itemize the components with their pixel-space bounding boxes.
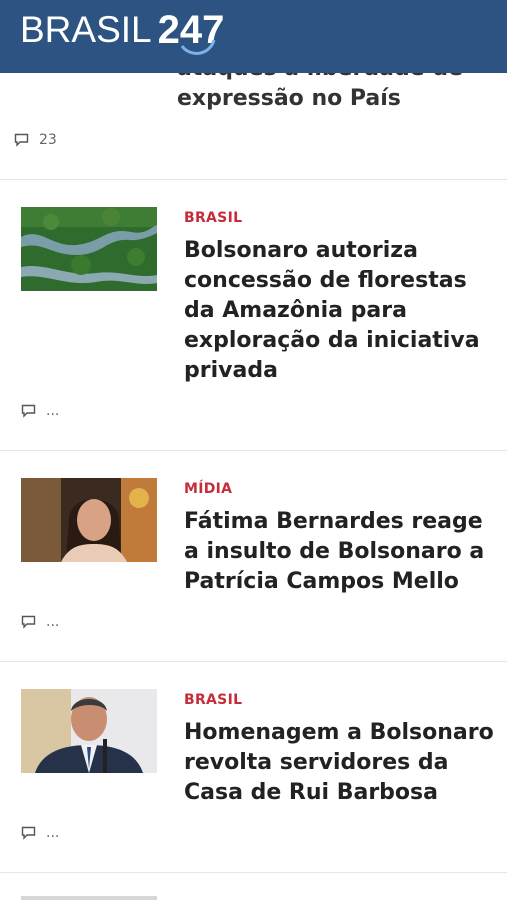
article-title[interactable]: Bolsonaro autoriza concessão de floresta… (184, 236, 494, 386)
article-category[interactable]: BRASIL (184, 692, 242, 708)
article-card[interactable]: BRASIL Homenagem a Bolsonaro revolta ser… (0, 662, 507, 872)
previous-article-comments[interactable]: 23 (14, 132, 57, 148)
brasil247-logo[interactable]: BRASIL 247 (20, 9, 224, 55)
comment-icon (21, 404, 36, 418)
article-card[interactable]: BRASIL Bolsonaro autoriza concessão de f… (0, 180, 507, 450)
divider (0, 872, 507, 873)
comment-icon (21, 615, 36, 629)
comment-count: ... (46, 614, 60, 630)
comment-icon (14, 133, 29, 147)
comment-icon (21, 826, 36, 840)
article-card[interactable]: MÍDIA Fátima Bernardes reage a insulto d… (0, 451, 507, 661)
article-title[interactable]: Homenagem a Bolsonaro revolta servidores… (184, 718, 494, 808)
comment-count: 23 (39, 132, 57, 148)
logo-arc-icon (180, 39, 216, 55)
man-speaking-image (21, 689, 157, 773)
article-thumbnail-bolsonaro[interactable] (21, 689, 157, 773)
comment-count: ... (46, 403, 60, 419)
next-article-thumbnail-peek (21, 896, 157, 900)
article-thumbnail-amazon[interactable] (21, 207, 157, 291)
article-thumbnail-fatima[interactable] (21, 478, 157, 562)
top-header: BRASIL 247 (0, 0, 507, 73)
article-category[interactable]: BRASIL (184, 210, 242, 226)
logo-text: BRASIL (20, 9, 152, 50)
comment-count: ... (46, 825, 60, 841)
logo-number: 247 (158, 10, 224, 55)
woman-portrait-image (21, 478, 157, 562)
article-category[interactable]: MÍDIA (184, 481, 232, 497)
article-comments[interactable]: ... (21, 825, 59, 841)
article-title[interactable]: Fátima Bernardes reage a insulto de Bols… (184, 507, 494, 597)
article-comments[interactable]: ... (21, 403, 59, 419)
article-comments[interactable]: ... (21, 614, 59, 630)
amazon-river-image (21, 207, 157, 291)
